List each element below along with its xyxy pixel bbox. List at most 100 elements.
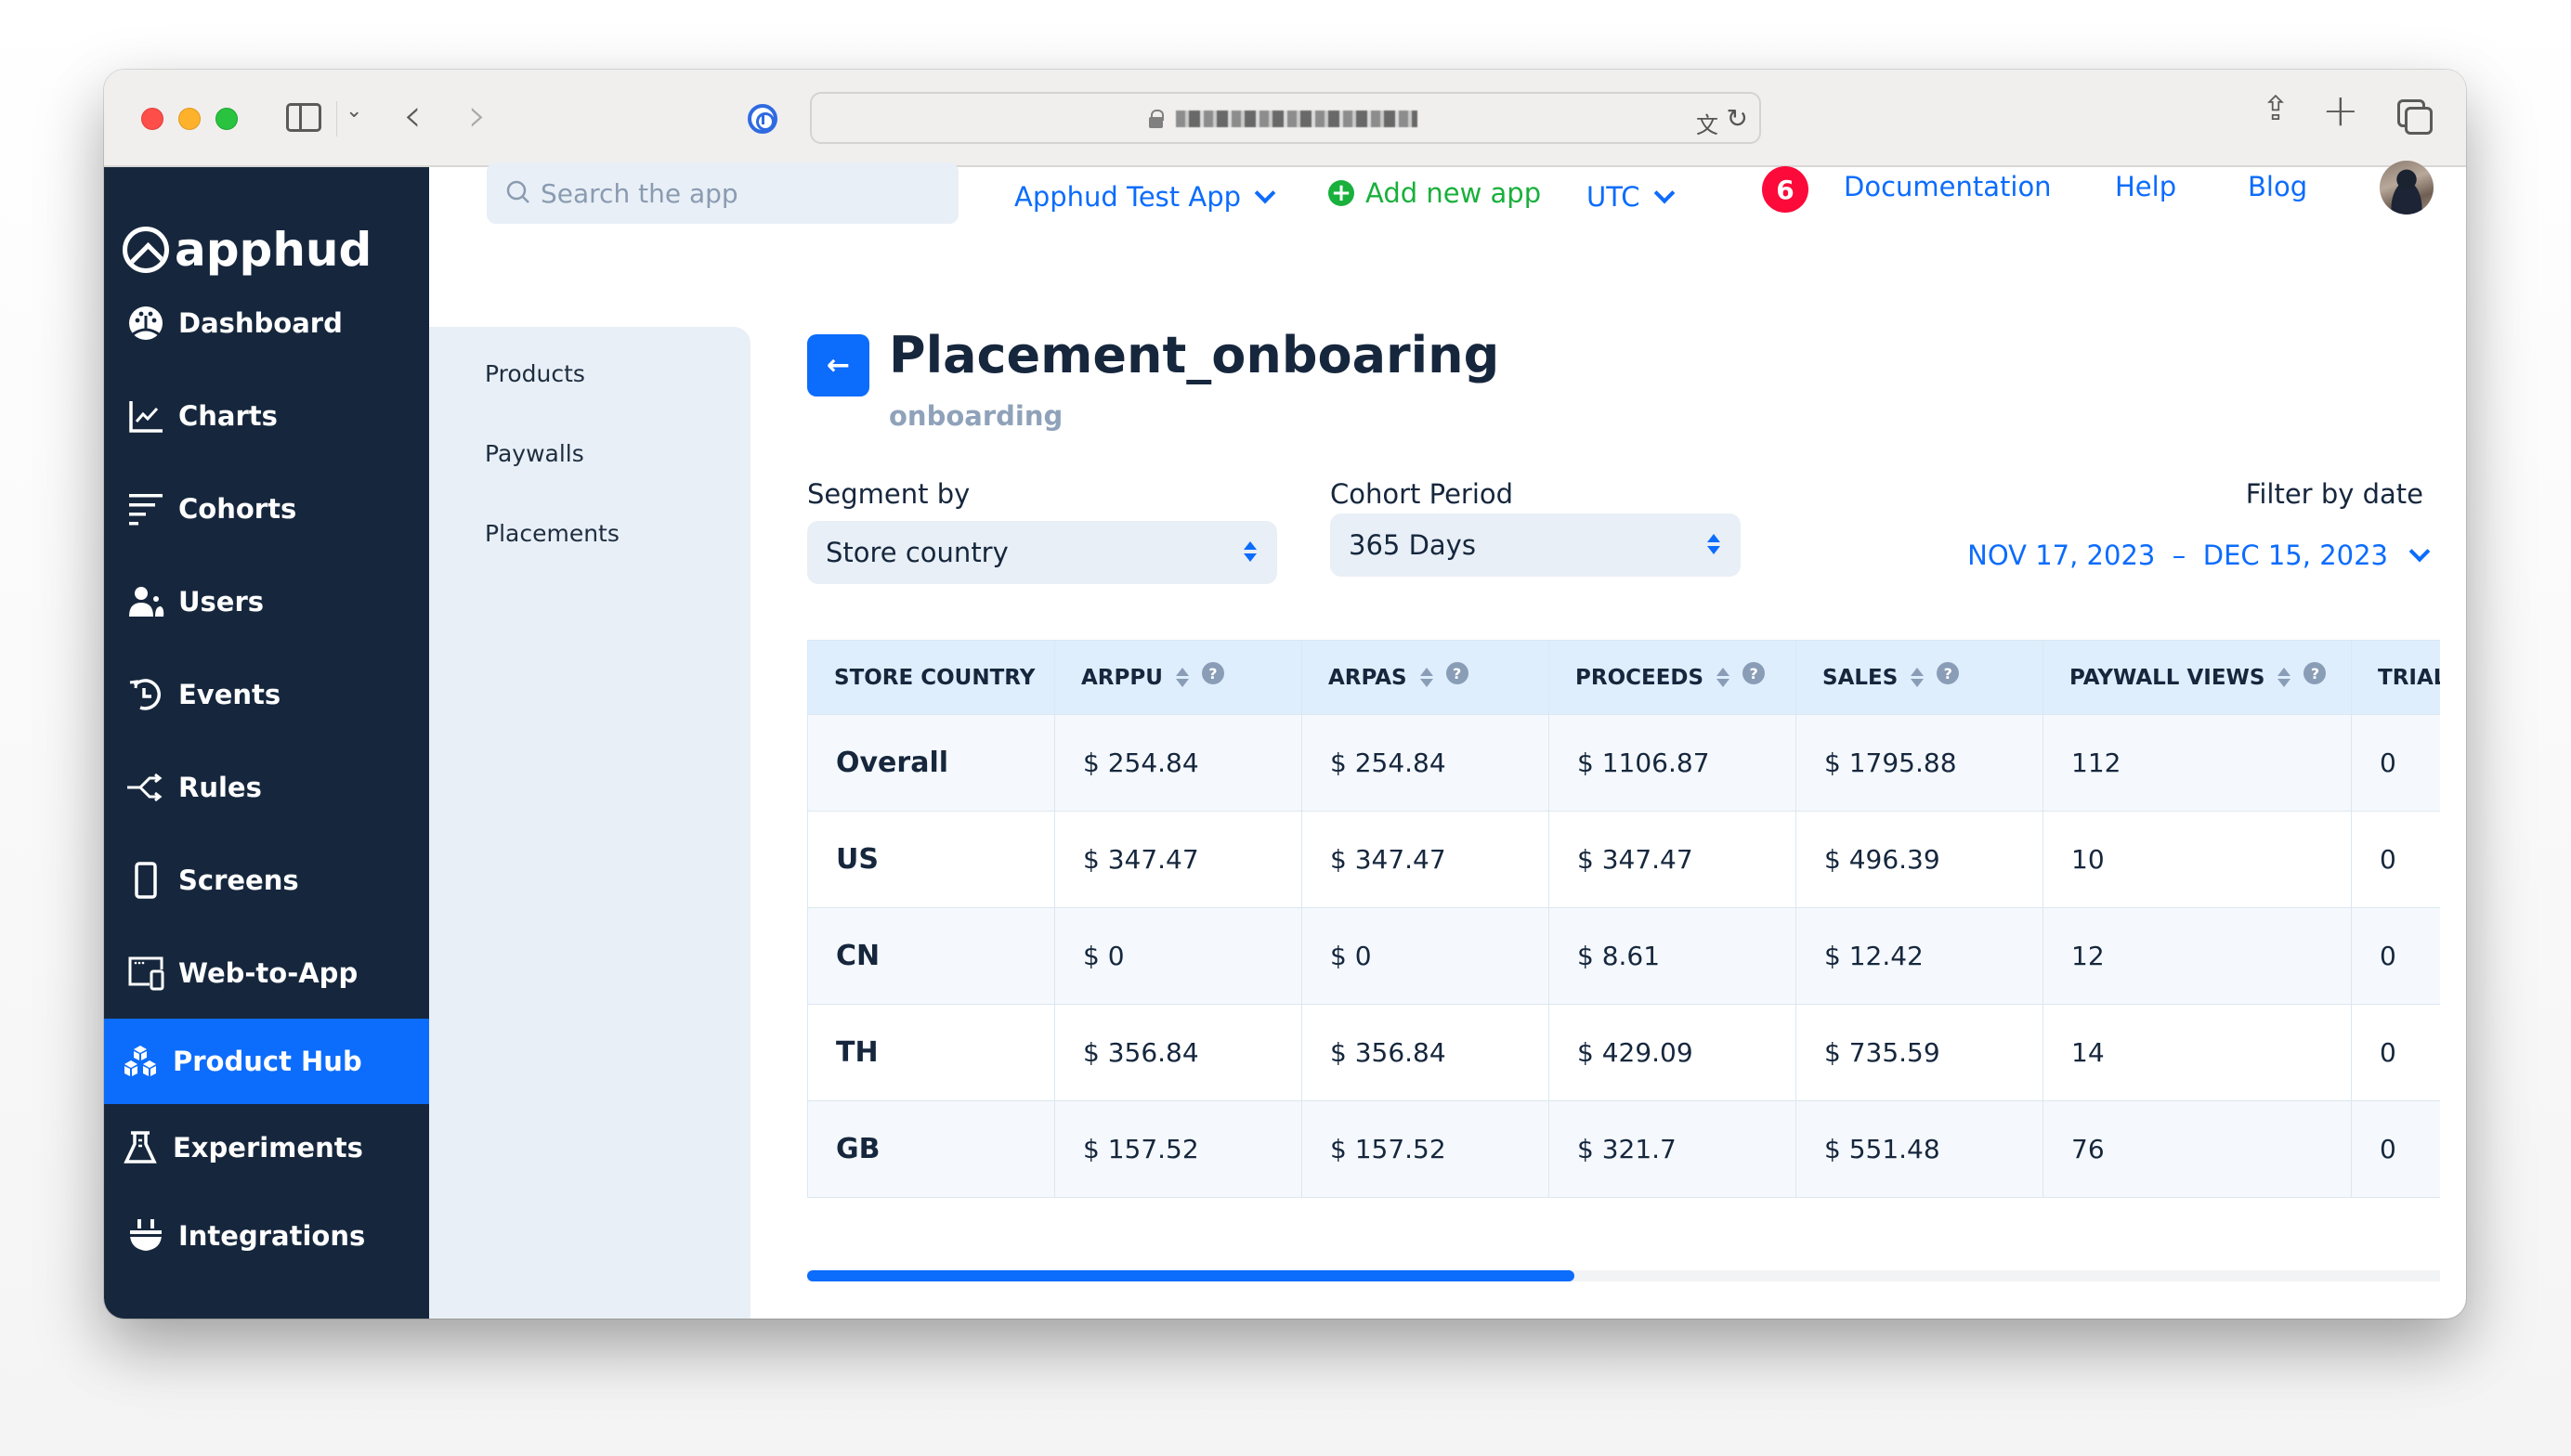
sidebar-item-screens[interactable]: Screens: [104, 838, 429, 923]
logo-icon: [123, 227, 169, 273]
web-to-app-icon: [126, 954, 165, 993]
column-header-trial: TRIAL: [2351, 640, 2440, 715]
translate-icon[interactable]: 文: [1696, 107, 1718, 139]
app-selector-dropdown[interactable]: Apphud Test App: [1014, 181, 1276, 213]
sidebar-toggle-icon[interactable]: [286, 103, 321, 132]
cohort-period-select[interactable]: 365 Days: [1330, 514, 1741, 577]
metrics-table-container: STORE COUNTRY ARPPU? ARPAS? PROCEEDS? SALES?…: [807, 640, 2440, 1284]
subnav-item-paywalls[interactable]: Paywalls: [485, 440, 584, 467]
help-icon[interactable]: ?: [1201, 662, 1224, 684]
sidebar-item-dashboard[interactable]: Dashboard: [104, 280, 429, 366]
sidebar-item-cohorts[interactable]: Cohorts: [104, 466, 429, 552]
arrow-left-icon: ←: [826, 349, 851, 382]
sidebar-item-rules[interactable]: Rules: [104, 745, 429, 830]
search-field[interactable]: [487, 162, 959, 224]
chevron-down-icon[interactable]: ⌄: [346, 99, 362, 123]
sidebar-item-label: Events: [178, 679, 281, 710]
sidebar-item-web-to-app[interactable]: Web-to-App: [104, 930, 429, 1016]
apphud-logo[interactable]: apphud: [123, 223, 372, 277]
sort-icon[interactable]: [1716, 668, 1730, 688]
sidebar-item-experiments[interactable]: Experiments: [104, 1105, 429, 1190]
column-header-sales[interactable]: SALES?: [1795, 640, 2043, 715]
help-icon[interactable]: ?: [1445, 662, 1468, 684]
search-input[interactable]: [541, 162, 940, 224]
browser-window: ⌄ ‹ › 文 ↻ ⇪ + apphud Dashboard Charts Co…: [104, 70, 2466, 1319]
app-selector-label: Apphud Test App: [1014, 181, 1242, 213]
blog-link[interactable]: Blog: [2248, 171, 2307, 202]
help-icon[interactable]: ?: [1742, 662, 1766, 684]
table-cell: 12: [2042, 907, 2352, 1005]
column-header-label: ARPPU: [1081, 665, 1163, 690]
table-cell: $ 0: [1054, 907, 1302, 1005]
column-header-paywall-views[interactable]: PAYWALL VIEWS?: [2042, 640, 2352, 715]
table-cell: 0: [2351, 1100, 2440, 1198]
url-text-masked: [1176, 110, 1417, 127]
sort-icon[interactable]: [1911, 668, 1925, 688]
tab-overview-icon[interactable]: [2397, 99, 2433, 135]
help-link[interactable]: Help: [2115, 171, 2176, 202]
sidebar-item-label: Web-to-App: [178, 957, 359, 989]
reload-icon[interactable]: ↻: [1727, 103, 1748, 134]
sidebar-item-users[interactable]: Users: [104, 559, 429, 644]
sort-icon[interactable]: [2277, 668, 2291, 688]
help-icon[interactable]: ?: [1937, 662, 1960, 684]
user-avatar[interactable]: [2380, 161, 2434, 214]
sidebar-item-events[interactable]: Events: [104, 652, 429, 737]
app-sidebar: apphud Dashboard Charts Cohorts Users Ev…: [104, 167, 429, 1319]
filter-by-date-label: Filter by date: [2245, 478, 2423, 510]
sort-icon[interactable]: [1175, 668, 1189, 688]
subnav-item-placements[interactable]: Placements: [485, 520, 620, 547]
table-cell: 14: [2042, 1004, 2352, 1101]
chevron-down-icon: [2408, 540, 2431, 563]
back-icon[interactable]: ‹: [403, 88, 422, 142]
new-tab-icon[interactable]: +: [2322, 84, 2359, 136]
plus-circle-icon: +: [1328, 180, 1354, 206]
column-header-proceeds[interactable]: PROCEEDS?: [1548, 640, 1796, 715]
segment-by-label: Segment by: [807, 478, 971, 510]
add-new-app-button[interactable]: + Add new app: [1328, 177, 1541, 209]
sidebar-item-label: Screens: [178, 864, 299, 896]
column-header-arpas[interactable]: ARPAS?: [1301, 640, 1549, 715]
cohorts-icon: [126, 489, 165, 528]
scrollbar-thumb[interactable]: [807, 1270, 1575, 1281]
add-new-app-label: Add new app: [1365, 177, 1542, 209]
back-button[interactable]: ←: [807, 334, 869, 396]
horizontal-scrollbar[interactable]: [807, 1270, 2440, 1281]
column-header-arppu[interactable]: ARPPU?: [1054, 640, 1302, 715]
sidebar-item-product-hub[interactable]: Product Hub: [104, 1019, 429, 1104]
phone-icon: [126, 861, 165, 900]
zoom-window-button[interactable]: [215, 108, 238, 130]
table-cell: $ 254.84: [1301, 714, 1549, 812]
subnav-item-products[interactable]: Products: [485, 360, 585, 387]
close-window-button[interactable]: [141, 108, 163, 130]
notifications-badge[interactable]: 6: [1762, 166, 1808, 213]
share-icon[interactable]: ⇪: [2262, 90, 2290, 128]
segment-by-select[interactable]: Store country: [807, 521, 1277, 584]
sidebar-item-label: Cohorts: [178, 493, 297, 525]
table-cell: 10: [2042, 811, 2352, 908]
sidebar-item-label: Charts: [178, 400, 278, 432]
sort-icon[interactable]: [1419, 668, 1433, 688]
history-icon: [126, 675, 165, 714]
forward-icon[interactable]: ›: [468, 88, 487, 142]
page-title: Placement_onboaring: [889, 326, 1500, 384]
column-header-label: TRIAL: [2378, 665, 2440, 690]
timezone-dropdown[interactable]: UTC: [1586, 181, 1675, 213]
sidebar-item-integrations[interactable]: Integrations: [104, 1193, 429, 1279]
address-bar[interactable]: 文 ↻: [810, 92, 1761, 144]
table-row: CN $ 0 $ 0 $ 8.61 $ 12.42 12 0: [807, 907, 2440, 1005]
table-cell: $ 254.84: [1054, 714, 1302, 812]
cohort-period-value: 365 Days: [1349, 529, 1476, 561]
sidebar-item-charts[interactable]: Charts: [104, 373, 429, 459]
row-label-cell: Overall: [807, 714, 1055, 812]
help-icon[interactable]: ?: [2303, 662, 2327, 684]
table-row: Overall $ 254.84 $ 254.84 $ 1106.87 $ 1795.8…: [807, 714, 2440, 812]
table-cell: $ 1106.87: [1548, 714, 1796, 812]
row-label-cell: CN: [807, 907, 1055, 1005]
minimize-window-button[interactable]: [178, 108, 201, 130]
date-range-picker[interactable]: NOV 17, 2023 – DEC 15, 2023: [1967, 540, 2431, 571]
password-manager-icon[interactable]: [748, 104, 777, 134]
table-cell: $ 8.61: [1548, 907, 1796, 1005]
plug-icon: [126, 1216, 165, 1255]
documentation-link[interactable]: Documentation: [1844, 171, 2052, 202]
